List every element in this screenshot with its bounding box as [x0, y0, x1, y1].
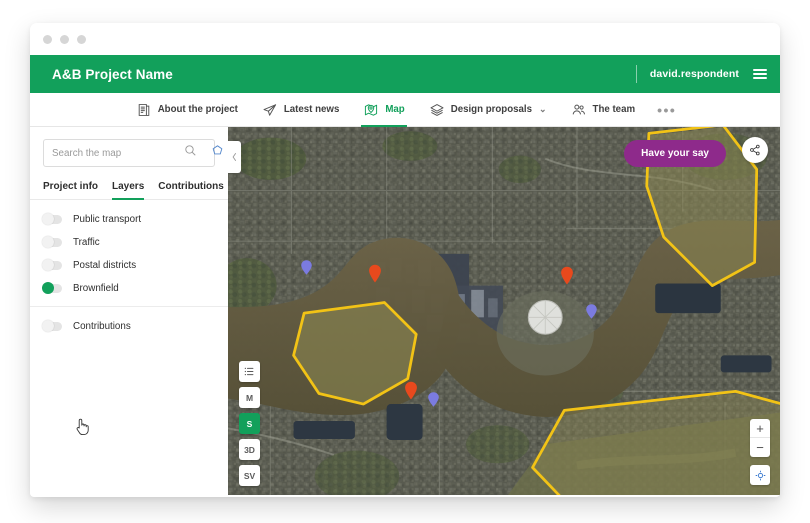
nav-item-map[interactable]: Map [361, 93, 408, 127]
browser-window: A&B Project Name david.respondent About … [30, 23, 780, 497]
app-body: Project info Layers Contributions Public… [30, 127, 780, 495]
tab-project-info[interactable]: Project info [43, 181, 98, 199]
user-name[interactable]: david.respondent [650, 68, 739, 80]
nav-label: About the project [157, 104, 238, 115]
layers-icon [429, 102, 445, 118]
map-marker-pin[interactable] [368, 264, 382, 283]
satellite-basemap [228, 127, 780, 495]
zoom-controls: + − [750, 419, 770, 457]
nav-label: Latest news [283, 104, 340, 115]
tab-layers[interactable]: Layers [112, 181, 145, 200]
nav-item-design-proposals[interactable]: Design proposals ⌄ [427, 93, 549, 126]
map-view-switcher: M S 3D SV [239, 361, 260, 486]
nav-label: Map [385, 104, 405, 115]
window-minimize-button[interactable] [60, 34, 69, 44]
nav-more-button[interactable]: ••• [657, 93, 676, 126]
nav-label: Design proposals [450, 104, 532, 115]
nav-item-about-the-project[interactable]: About the project [134, 93, 240, 126]
window-titlebar [30, 23, 780, 55]
map-canvas[interactable]: Have your say M S 3D SV + − [228, 127, 780, 495]
map-pin-icon [363, 102, 379, 118]
pointing-hand-cursor [76, 418, 89, 436]
satellite-view-button[interactable]: S [239, 413, 260, 434]
layer-label: Traffic [73, 237, 100, 248]
map-marker-dot[interactable] [427, 391, 440, 408]
map-marker-dot[interactable] [585, 303, 598, 320]
nav-label: The team [592, 104, 636, 115]
layer-row-postal-districts[interactable]: Postal districts [30, 254, 228, 277]
layer-row-brownfield[interactable]: Brownfield [30, 277, 228, 300]
three-d-view-button[interactable]: 3D [239, 439, 260, 460]
main-navigation: About the project Latest news Map Design… [30, 93, 780, 127]
layer-group-secondary: Contributions [30, 307, 228, 344]
window-close-button[interactable] [43, 34, 52, 44]
toggle-brownfield[interactable] [42, 282, 62, 295]
nav-item-the-team[interactable]: The team [569, 93, 638, 126]
layer-row-contributions[interactable]: Contributions [30, 315, 228, 338]
app-header: A&B Project Name david.respondent [30, 55, 780, 93]
crosshair-icon[interactable] [750, 465, 770, 485]
people-icon [571, 102, 587, 118]
document-icon [136, 102, 152, 118]
toggle-traffic[interactable] [42, 236, 62, 249]
zoom-in-button[interactable]: + [750, 419, 770, 438]
map-marker-pin[interactable] [404, 381, 418, 400]
map-marker-pin[interactable] [560, 266, 574, 285]
zoom-out-button[interactable]: − [750, 438, 770, 457]
map-view-button[interactable]: M [239, 387, 260, 408]
search-icon[interactable] [184, 144, 197, 162]
list-icon[interactable] [239, 361, 260, 382]
map-sidebar: Project info Layers Contributions Public… [30, 127, 228, 495]
layer-label: Contributions [73, 321, 131, 332]
layer-label: Brownfield [73, 283, 119, 294]
paper-plane-icon [262, 102, 278, 118]
layer-label: Postal districts [73, 260, 137, 271]
have-your-say-button[interactable]: Have your say [624, 140, 726, 167]
draw-polygon-icon[interactable] [211, 144, 224, 162]
toggle-postal-districts[interactable] [42, 259, 62, 272]
search-input[interactable] [52, 147, 184, 159]
toggle-public-transport[interactable] [42, 213, 62, 226]
header-divider [635, 65, 637, 83]
layer-group-primary: Public transport Traffic Postal district… [30, 200, 228, 307]
page-title: A&B Project Name [52, 66, 173, 82]
hamburger-icon[interactable] [753, 69, 767, 79]
nav-item-latest-news[interactable]: Latest news [260, 93, 341, 126]
search-box[interactable] [43, 139, 223, 167]
street-view-button[interactable]: SV [239, 465, 260, 486]
tab-contributions[interactable]: Contributions [158, 181, 224, 199]
chevron-down-icon[interactable]: ⌄ [539, 104, 547, 115]
toggle-contributions[interactable] [42, 320, 62, 333]
window-maximize-button[interactable] [77, 34, 86, 44]
sidebar-collapse-button[interactable] [228, 141, 241, 173]
layer-label: Public transport [73, 214, 142, 225]
layer-row-public-transport[interactable]: Public transport [30, 208, 228, 231]
share-icon[interactable] [742, 137, 768, 163]
layer-row-traffic[interactable]: Traffic [30, 231, 228, 254]
map-marker-dot[interactable] [300, 259, 313, 276]
sidebar-tabs: Project info Layers Contributions [30, 167, 228, 200]
